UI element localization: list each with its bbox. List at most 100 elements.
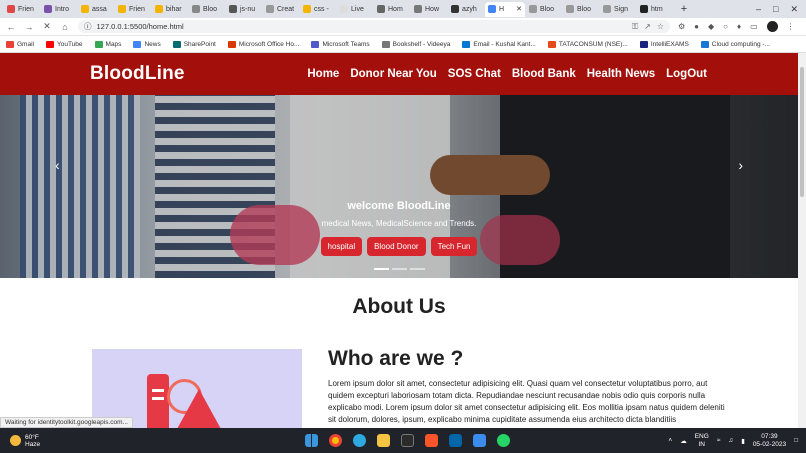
bookmark-item[interactable]: Bookshelf - Videeya	[381, 40, 450, 48]
file-explorer-icon[interactable]	[377, 434, 390, 447]
browser-tab[interactable]: Bloo	[526, 2, 562, 17]
bookmark-item[interactable]: YouTube	[45, 40, 83, 48]
carousel-prev-icon[interactable]: ‹	[55, 157, 60, 173]
bookmark-item[interactable]: Microsoft Teams	[311, 40, 370, 48]
extension-icon[interactable]: ●	[694, 22, 699, 31]
carousel-indicator[interactable]	[391, 268, 407, 270]
bookmark-item[interactable]: News	[133, 40, 161, 48]
windows-start-icon[interactable]	[305, 434, 318, 447]
browser-tab[interactable]: Intro	[41, 2, 77, 17]
browser-tab[interactable]: Live	[337, 2, 373, 17]
browser-tab[interactable]: Frien	[115, 2, 151, 17]
bookmark-label: SharePoint	[183, 40, 216, 48]
edge-icon[interactable]	[353, 434, 366, 447]
cloud-icon[interactable]: ☁	[680, 437, 687, 445]
vscode-icon[interactable]	[449, 434, 462, 447]
blood-donor-button[interactable]: Blood Donor	[367, 237, 426, 256]
bookmark-item[interactable]: TATACONSUM (NSE)...	[547, 40, 628, 48]
browser-tab[interactable]: Creat	[263, 2, 299, 17]
bookmark-item[interactable]: Email - Kushal Kant...	[462, 40, 536, 48]
weather-widget[interactable]: 60°F Haze	[0, 434, 40, 448]
bookmark-item[interactable]: Microsoft Office Ho...	[227, 40, 299, 48]
nav-logout[interactable]: LogOut	[666, 68, 707, 80]
tray-chevron-icon[interactable]: ˄	[668, 437, 672, 444]
extension-icon[interactable]: ⚙	[678, 22, 685, 31]
url-text[interactable]: 127.0.0.1:5500/home.html	[97, 22, 184, 31]
nav-donor-near-you[interactable]: Donor Near You	[350, 68, 436, 80]
browser-tab[interactable]: azyh	[448, 2, 484, 17]
browser-tab[interactable]: Bloo	[189, 2, 225, 17]
bookmark-label: YouTube	[56, 40, 83, 48]
tab-label: Intro	[55, 5, 70, 13]
notifications-icon[interactable]: □	[794, 437, 798, 444]
tab-label: Frien	[18, 5, 34, 13]
reload-icon[interactable]: ✕	[42, 21, 52, 32]
maximize-icon[interactable]: □	[773, 4, 778, 15]
browser-tab[interactable]: Hom	[374, 2, 410, 17]
browser-tab[interactable]: bihar	[152, 2, 188, 17]
tab-label: assa	[92, 5, 107, 13]
terminal-icon[interactable]	[401, 434, 414, 447]
tab-close-icon[interactable]: ✕	[516, 5, 522, 13]
new-tab-button[interactable]: +	[677, 3, 691, 15]
carousel-indicator[interactable]	[373, 268, 389, 270]
whatsapp-icon[interactable]	[497, 434, 510, 447]
windows-taskbar: 60°F Haze ˄ ☁ ENG IN ≈ ♫ ▮ 07:39 05-02-2…	[0, 428, 806, 453]
tab-favicon-icon	[229, 5, 237, 13]
browser-tab[interactable]: Bloo	[563, 2, 599, 17]
tech-fun-button[interactable]: Tech Fun	[430, 237, 478, 256]
bookmark-item[interactable]: Maps	[94, 40, 121, 48]
browser-tab[interactable]: htm	[637, 2, 673, 17]
nav-links: Home Donor Near You SOS Chat Blood Bank …	[307, 68, 798, 80]
bookmark-item[interactable]: Cloud computing -...	[700, 40, 770, 48]
profile-avatar[interactable]	[766, 21, 778, 32]
tab-label: Bloo	[203, 5, 218, 13]
bookmark-item[interactable]: IntelliEXAMS	[639, 40, 689, 48]
extensions-puzzle-icon[interactable]: ♦	[737, 22, 741, 31]
share-icon[interactable]: ↗	[644, 22, 651, 32]
nav-home[interactable]: Home	[307, 68, 339, 80]
browser-tab[interactable]: assa	[78, 2, 114, 17]
nav-blood-bank[interactable]: Blood Bank	[512, 68, 576, 80]
back-icon[interactable]: ←	[6, 22, 16, 32]
bookmark-star-icon[interactable]: ☆	[657, 22, 664, 32]
bookmark-item[interactable]: Gmail	[6, 40, 34, 48]
url-bar[interactable]: ⓘ 127.0.0.1:5500/home.html ⚿ ↗ ☆	[78, 20, 670, 33]
tab-label: Frien	[129, 5, 145, 13]
browser-menu-icon[interactable]: ⋮	[787, 22, 795, 31]
clock[interactable]: 07:39 05-02-2023	[753, 433, 786, 449]
brave-icon[interactable]	[425, 434, 438, 447]
wifi-icon[interactable]: ≈	[717, 437, 721, 444]
browser-tab[interactable]: js-nu	[226, 2, 262, 17]
extension-icon[interactable]: ○	[723, 22, 728, 31]
bookmark-item[interactable]: SharePoint	[172, 40, 216, 48]
minimize-icon[interactable]: –	[756, 4, 761, 15]
battery-icon[interactable]: ▮	[741, 437, 745, 445]
brand-logo[interactable]: BloodLine	[90, 63, 185, 85]
carousel-indicator[interactable]	[409, 268, 425, 270]
site-info-icon[interactable]: ⓘ	[84, 21, 92, 32]
browser-tab[interactable]: Frien	[4, 2, 40, 17]
browser-tab[interactable]: css -	[300, 2, 336, 17]
browser-tab[interactable]: Sign	[600, 2, 636, 17]
hospital-button[interactable]: hospital	[320, 237, 363, 256]
browser-tab[interactable]: H ✕	[485, 1, 525, 17]
tab-favicon-icon	[118, 5, 126, 13]
home-icon[interactable]: ⌂	[60, 22, 70, 32]
sidepanel-icon[interactable]: ▭	[750, 22, 758, 31]
language-indicator[interactable]: ENG IN	[695, 433, 709, 449]
nav-health-news[interactable]: Health News	[587, 68, 655, 80]
key-icon[interactable]: ⚿	[632, 22, 638, 32]
scrollbar-thumb[interactable]	[800, 67, 804, 197]
volume-icon[interactable]: ♫	[728, 437, 733, 444]
chrome-icon[interactable]	[329, 434, 342, 447]
carousel-next-icon[interactable]: ›	[738, 157, 743, 173]
forward-icon[interactable]: →	[24, 22, 34, 32]
close-window-icon[interactable]: ✕	[790, 4, 798, 15]
store-icon[interactable]	[473, 434, 486, 447]
bookmark-favicon-icon	[172, 40, 181, 48]
nav-sos-chat[interactable]: SOS Chat	[448, 68, 501, 80]
page-scrollbar[interactable]	[798, 53, 806, 428]
browser-tab[interactable]: How	[411, 2, 447, 17]
extension-icon[interactable]: ◆	[708, 22, 714, 31]
